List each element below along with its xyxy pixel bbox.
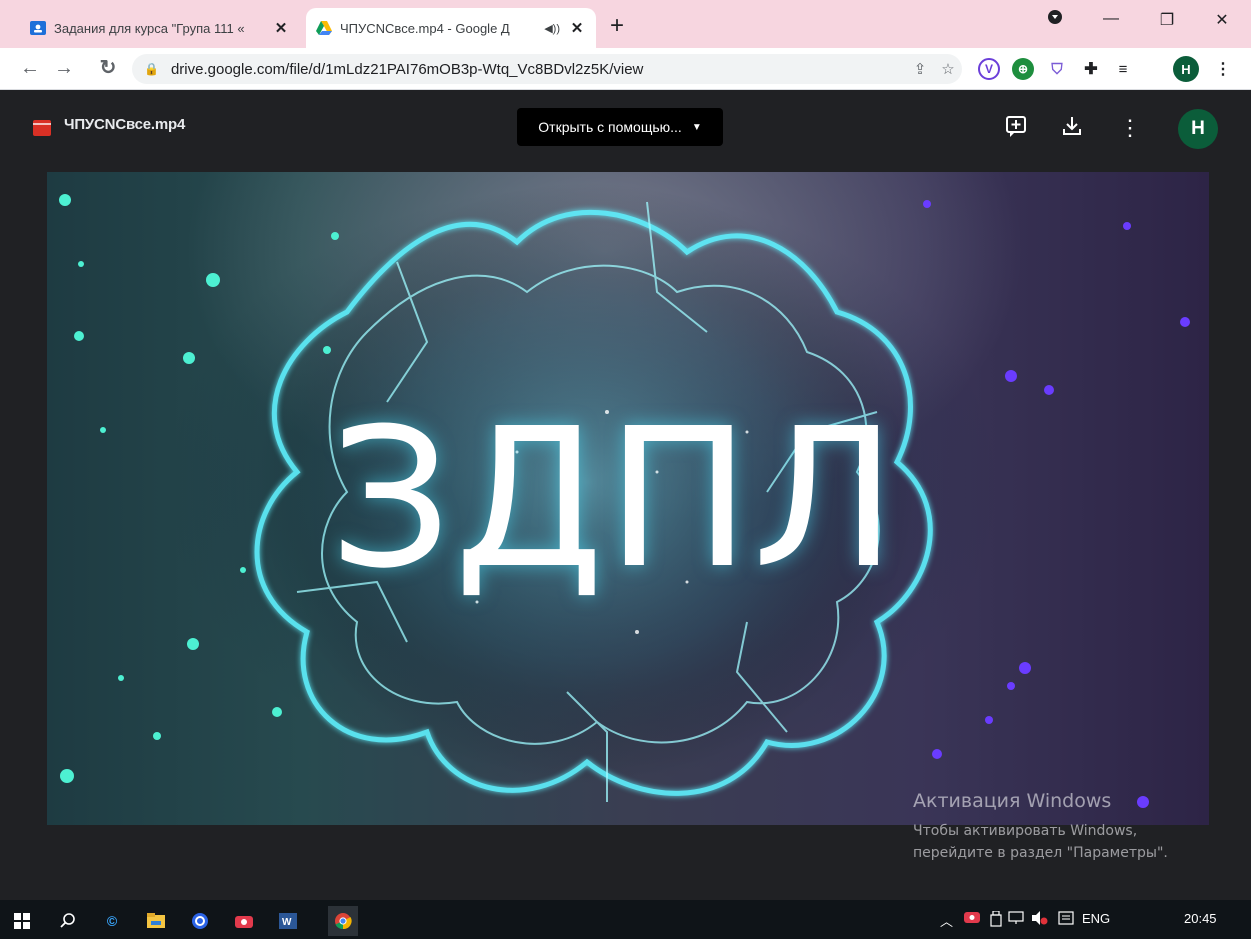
close-window-button[interactable]: ✕ bbox=[1207, 10, 1237, 30]
tab-title: Задания для курса "Група 111 « bbox=[54, 20, 245, 36]
chevron-down-icon: ▼ bbox=[691, 121, 702, 133]
url-text: drive.google.com/file/d/1mLdz21PAI76mOB3… bbox=[170, 60, 644, 78]
close-tab-icon[interactable]: ✕ bbox=[568, 19, 586, 37]
download-icon[interactable] bbox=[1058, 114, 1086, 142]
windows-activation-watermark: Активация Windows Чтобы активировать Win… bbox=[913, 790, 1168, 864]
close-tab-icon[interactable]: ✕ bbox=[272, 19, 290, 37]
volume-muted-icon[interactable] bbox=[1032, 911, 1048, 928]
tab-classroom[interactable]: Задания для курса "Група 111 « ✕ bbox=[20, 8, 300, 48]
notification-icon[interactable] bbox=[1058, 911, 1074, 928]
add-shortcut-icon[interactable] bbox=[1002, 114, 1030, 142]
chrome-taskbar-icon[interactable] bbox=[328, 906, 358, 936]
watermark-line: Чтобы активировать Windows, bbox=[913, 823, 1138, 839]
bookmark-star-icon[interactable]: ☆ bbox=[934, 60, 962, 78]
shield-extension-icon[interactable]: ⛉ bbox=[1046, 58, 1068, 80]
chrome-menu-icon[interactable] bbox=[1040, 10, 1070, 29]
tab-drive-video[interactable]: ЧПУСNCвсе.mp4 - Google Д ◀)) ✕ bbox=[306, 8, 596, 48]
watermark-line: перейдите в раздел "Параметры". bbox=[913, 845, 1168, 861]
extensions-puzzle-icon[interactable]: ✚ bbox=[1080, 58, 1102, 80]
minimize-button[interactable]: — bbox=[1096, 10, 1126, 28]
show-hidden-icons-chevron-icon[interactable]: ︿ bbox=[940, 911, 953, 930]
tab-strip: Задания для курса "Група 111 « ✕ ЧПУСNCв… bbox=[0, 0, 1251, 48]
google-drive-icon bbox=[316, 20, 332, 36]
watermark-title: Активация Windows bbox=[913, 790, 1112, 812]
word-icon[interactable]: W bbox=[278, 911, 298, 931]
back-button[interactable]: ← bbox=[18, 57, 42, 81]
profile-avatar[interactable]: H bbox=[1173, 56, 1199, 82]
more-menu-icon[interactable]: ⋮ bbox=[1212, 58, 1234, 80]
more-actions-icon[interactable]: ⋮ bbox=[1116, 114, 1144, 142]
open-with-label: Открыть с помощью... bbox=[538, 119, 682, 135]
network-icon[interactable] bbox=[1008, 911, 1024, 928]
vpn-extension-icon[interactable]: V bbox=[978, 58, 1000, 80]
google-classroom-icon bbox=[30, 20, 46, 36]
svg-text:W: W bbox=[282, 917, 292, 928]
speaker-icon[interactable]: ◀)) bbox=[544, 22, 560, 35]
reading-list-icon[interactable]: ≡ bbox=[1112, 58, 1134, 80]
windows-start-icon[interactable] bbox=[12, 911, 32, 931]
camera-app-icon[interactable] bbox=[234, 911, 254, 931]
restore-button[interactable]: ❐ bbox=[1152, 10, 1182, 30]
new-tab-button[interactable]: + bbox=[610, 12, 624, 40]
address-bar[interactable]: 🔒 drive.google.com/file/d/1mLdz21PAI76mO… bbox=[132, 54, 962, 84]
tab-title: ЧПУСNCвсе.mp4 - Google Д bbox=[340, 20, 510, 36]
open-with-button[interactable]: Открыть с помощью... ▼ bbox=[517, 108, 723, 146]
share-icon[interactable]: ⇪ bbox=[906, 60, 934, 78]
clock[interactable]: 20:45 bbox=[1184, 911, 1217, 926]
file-explorer-icon[interactable] bbox=[146, 911, 166, 931]
particle-dots-purple bbox=[923, 200, 1190, 808]
browser-app-icon[interactable] bbox=[190, 911, 210, 931]
video-title-text: ЗДПЛ bbox=[329, 388, 899, 611]
forward-button[interactable]: → bbox=[52, 57, 76, 81]
globe-extension-icon[interactable]: ⊕ bbox=[1012, 58, 1034, 80]
file-name: ЧПУСNCвсе.mp4 bbox=[64, 116, 186, 133]
language-indicator[interactable]: ENG bbox=[1082, 911, 1110, 926]
cortana-icon[interactable]: © bbox=[102, 911, 122, 931]
account-avatar[interactable]: H bbox=[1178, 109, 1218, 149]
video-player[interactable]: ЗДПЛ bbox=[47, 172, 1209, 825]
search-icon[interactable] bbox=[58, 911, 78, 931]
reload-button[interactable]: ↻ bbox=[96, 57, 120, 81]
browser-toolbar: ← → ↻ 🔒 drive.google.com/file/d/1mLdz21P… bbox=[0, 48, 1251, 90]
usb-icon[interactable] bbox=[990, 910, 1002, 930]
camera-tray-icon[interactable] bbox=[964, 911, 980, 926]
lock-icon[interactable]: 🔒 bbox=[144, 62, 159, 76]
video-file-icon bbox=[33, 120, 51, 136]
